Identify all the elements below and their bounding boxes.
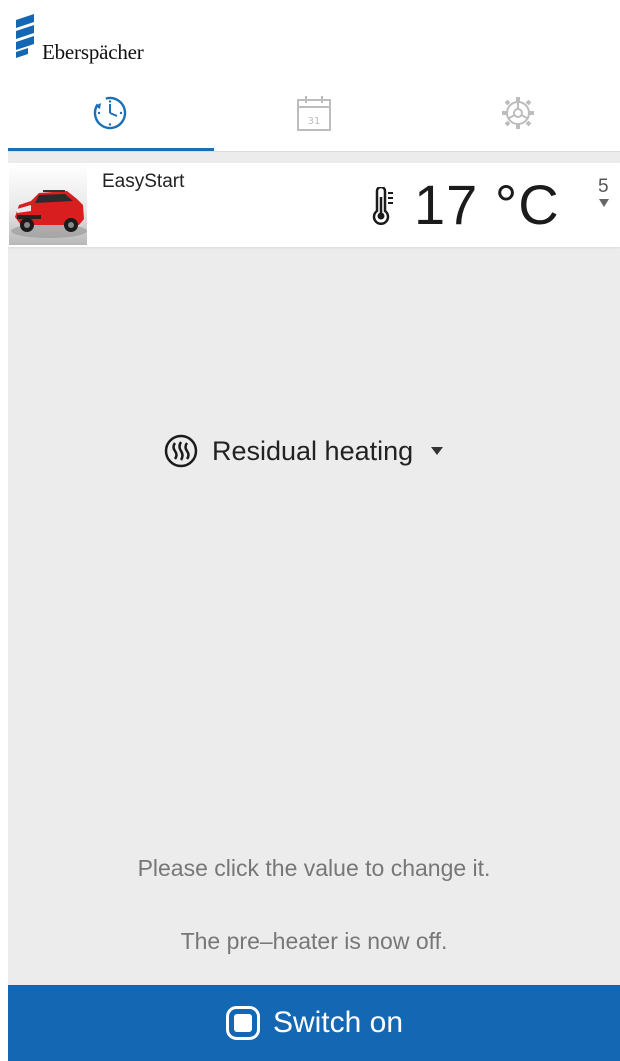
switch-on-label: Switch on — [272, 1006, 404, 1039]
vehicle-bar[interactable]: EasyStart 17 °C 5 — [8, 163, 620, 247]
next-vehicle-indicator[interactable]: 5 — [598, 177, 609, 196]
brand-logo: Eberspächer — [14, 14, 184, 64]
calendar-day: 31 — [308, 116, 321, 127]
thermometer-icon — [372, 187, 393, 225]
app-screen: Eberspächer 31 EasyStart 17 °C 5 Residua… — [8, 0, 620, 1061]
vehicle-image — [9, 165, 87, 245]
mode-label: Residual heating — [212, 435, 414, 466]
app-bar: Eberspächer 31 — [8, 0, 620, 152]
status-text: The pre–heater is now off. — [180, 928, 448, 954]
gear-icon — [502, 97, 534, 129]
tab-calendar[interactable]: 31 — [212, 84, 416, 152]
active-tab-indicator — [8, 148, 214, 151]
residual-heat-icon — [164, 434, 198, 468]
brand-name: Eberspächer — [42, 40, 144, 64]
tab-timer[interactable] — [8, 84, 212, 152]
mode-selector[interactable]: Residual heating — [164, 430, 444, 472]
red-suv-image — [11, 190, 87, 238]
clock-icon — [93, 96, 127, 130]
power-square-icon — [225, 1006, 260, 1040]
tab-settings[interactable] — [416, 84, 620, 152]
eberspacher-mark-icon — [16, 14, 34, 58]
caret-down-icon — [431, 447, 444, 455]
hint-text: Please click the value to change it. — [137, 855, 491, 881]
chevron-down-icon[interactable] — [599, 199, 609, 207]
switch-on-button[interactable]: Switch on — [8, 985, 620, 1061]
tab-bar: 31 — [8, 84, 620, 152]
calendar-icon: 31 — [297, 96, 331, 131]
temperature-value[interactable]: 17 °C — [414, 177, 560, 233]
vehicle-name: EasyStart — [102, 171, 185, 192]
